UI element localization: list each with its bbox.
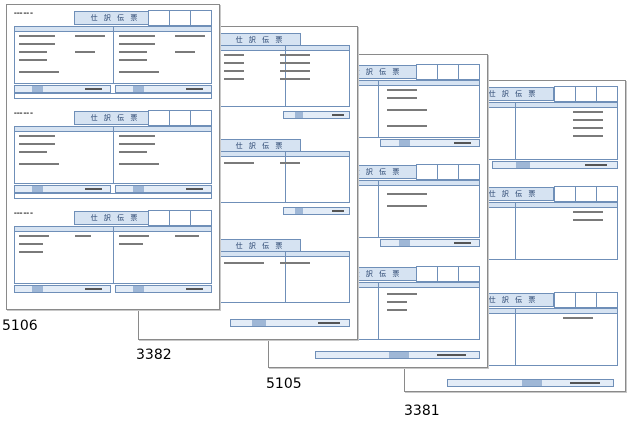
journal-voucher: ▬▬▬ ▬▬ ▬ 仕 訳 伝 票 (14, 209, 212, 299)
approval-stamp-box (148, 210, 212, 226)
voucher-header-info: ▬▬▬ ▬▬ ▬ (14, 111, 33, 115)
document-label-3381: 3381 (404, 403, 440, 419)
approval-stamp-box (148, 110, 212, 126)
approval-stamp-box (416, 164, 480, 180)
document-label-5106: 5106 (2, 318, 38, 334)
voucher-grid (14, 126, 212, 184)
voucher-header-info: ▬▬▬ ▬▬ ▬ (14, 11, 33, 15)
document-label-5105: 5105 (266, 376, 302, 392)
voucher-title: 仕 訳 伝 票 (74, 11, 156, 25)
journal-voucher: 仕 訳 伝 票 (219, 31, 350, 121)
voucher-grid (14, 226, 212, 284)
document-page-5106[interactable]: ▬▬▬ ▬▬ ▬ 仕 訳 伝 票 ▬▬▬ ▬▬ ▬ 仕 訳 伝 票 ▬▬▬ ▬▬… (6, 4, 220, 310)
document-label-3382: 3382 (136, 347, 172, 363)
voucher-grid (219, 45, 350, 107)
journal-voucher: 仕 訳 伝 票 (219, 137, 350, 227)
voucher-title: 仕 訳 伝 票 (74, 111, 156, 125)
voucher-grid (219, 151, 350, 203)
journal-voucher: ▬▬▬ ▬▬ ▬ 仕 訳 伝 票 (14, 9, 212, 99)
voucher-grid (219, 251, 350, 303)
journal-voucher: 仕 訳 伝 票 (219, 237, 350, 327)
approval-stamp-box (554, 292, 618, 308)
voucher-header-info: ▬▬▬ ▬▬ ▬ (14, 211, 33, 215)
approval-stamp-box (416, 266, 480, 282)
approval-stamp-box (416, 64, 480, 80)
voucher-title: 仕 訳 伝 票 (74, 211, 156, 225)
journal-voucher: ▬▬▬ ▬▬ ▬ 仕 訳 伝 票 (14, 109, 212, 199)
approval-stamp-box (148, 10, 212, 26)
voucher-grid (14, 26, 212, 84)
approval-stamp-box (554, 86, 618, 102)
approval-stamp-box (554, 186, 618, 202)
